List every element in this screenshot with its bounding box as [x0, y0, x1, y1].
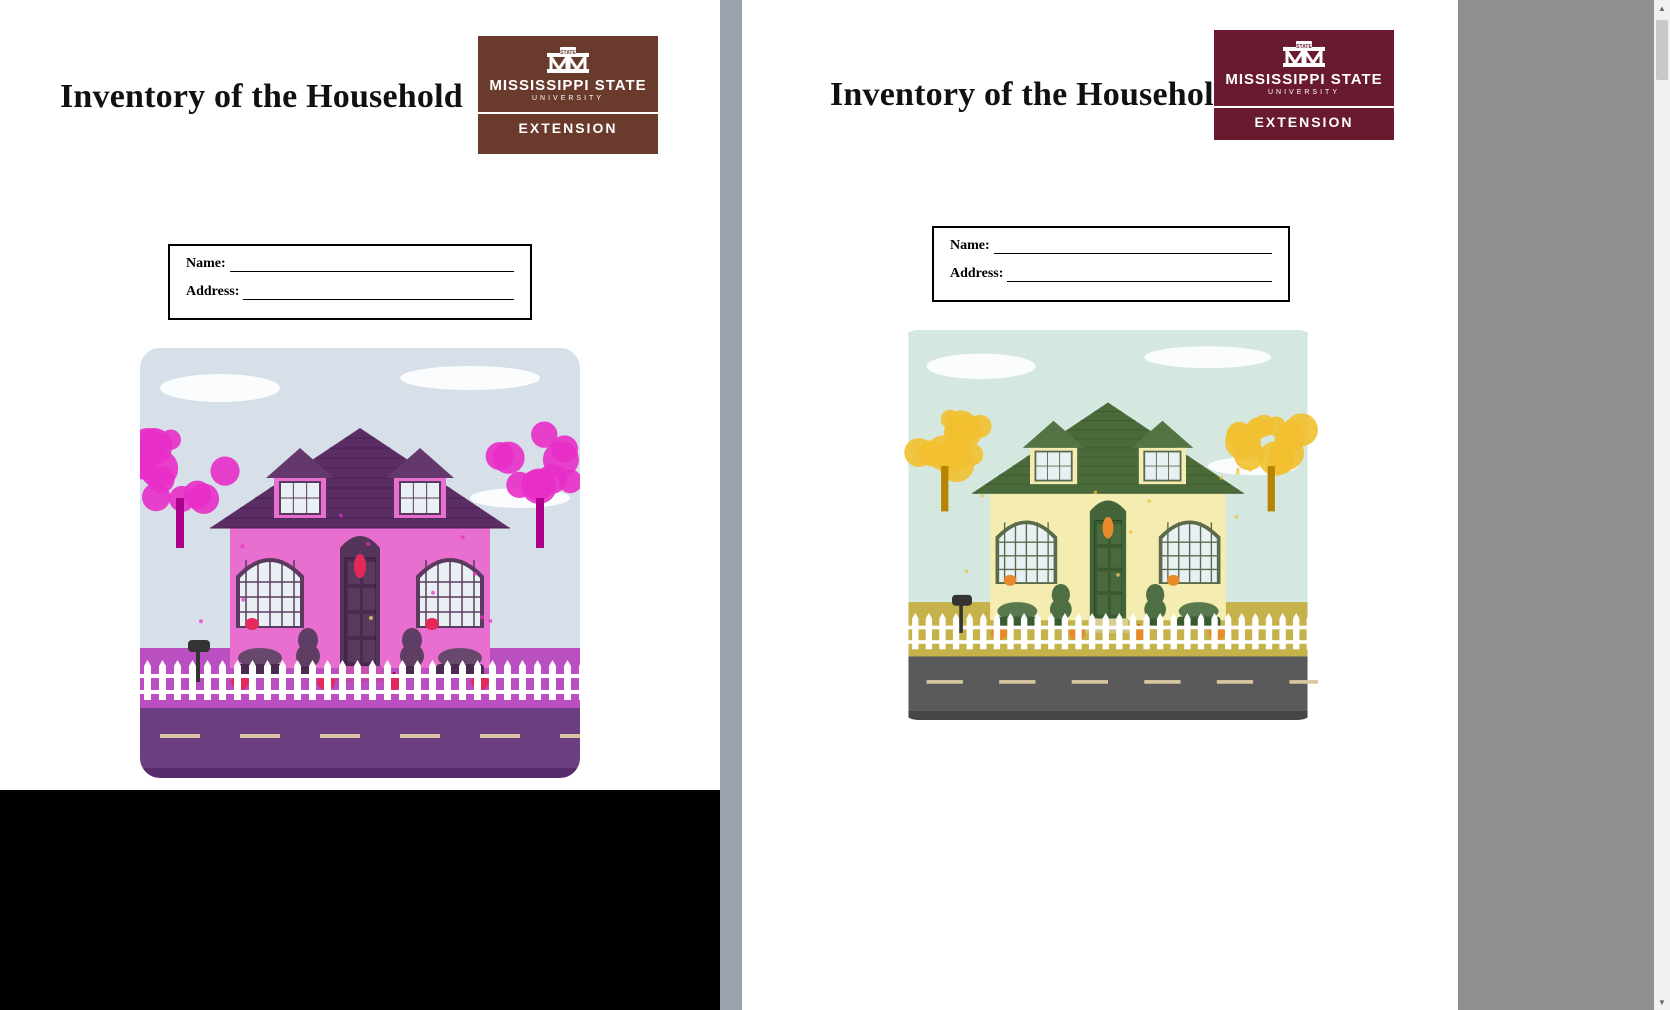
name-row: Name:: [186, 256, 514, 272]
house-illustration: [898, 330, 1318, 720]
msu-extension-logo: STATE MISSISSIPPI STATE UNIVERSITY EXTEN…: [1214, 30, 1394, 140]
name-label: Name:: [950, 238, 990, 254]
m-state-icon: STATE: [545, 47, 591, 77]
house-illustration: [140, 348, 580, 778]
logo-top: STATE MISSISSIPPI STATE UNIVERSITY: [1214, 30, 1394, 106]
logo-brand-line: MISSISSIPPI STATE: [489, 77, 646, 94]
logo-box: STATE MISSISSIPPI STATE UNIVERSITY EXTEN…: [1214, 30, 1394, 140]
logo-extension-line: EXTENSION: [1214, 106, 1394, 136]
name-input-line[interactable]: [230, 257, 514, 272]
vertical-scrollbar[interactable]: ▲ ▼: [1654, 0, 1670, 1010]
logo-box: STATE MISSISSIPPI STATE UNIVERSITY EXTEN…: [478, 36, 658, 154]
name-input-line[interactable]: [994, 239, 1272, 254]
msu-extension-logo: STATE MISSISSIPPI STATE UNIVERSITY EXTEN…: [478, 36, 658, 154]
document-page-right: Inventory of the Household STATE MISSISS…: [742, 0, 1458, 1010]
address-row: Address:: [950, 266, 1272, 282]
house-svg-green: [898, 330, 1318, 720]
address-input-line[interactable]: [243, 285, 514, 300]
page-title: Inventory of the Household: [60, 78, 463, 116]
document-page-left: Inventory of the Household STATE MISSISS…: [0, 0, 720, 920]
svg-text:STATE: STATE: [560, 50, 576, 56]
name-address-box: Name: Address:: [932, 226, 1290, 302]
comparison-workspace: Inventory of the Household STATE MISSISS…: [0, 0, 1670, 1010]
scrollbar-thumb[interactable]: [1656, 20, 1668, 80]
address-label: Address:: [950, 266, 1003, 282]
m-state-icon: STATE: [1281, 41, 1327, 71]
house-svg-pink: [140, 348, 580, 778]
address-input-line[interactable]: [1007, 267, 1272, 282]
logo-extension-line: EXTENSION: [478, 112, 658, 142]
page-title: Inventory of the Household: [830, 76, 1233, 114]
logo-university-line: UNIVERSITY: [532, 95, 604, 102]
black-footer-bar: [0, 790, 720, 1010]
logo-top: STATE MISSISSIPPI STATE UNIVERSITY: [478, 36, 658, 112]
name-label: Name:: [186, 256, 226, 272]
logo-brand-line: MISSISSIPPI STATE: [1225, 71, 1382, 88]
logo-university-line: UNIVERSITY: [1268, 89, 1340, 96]
address-row: Address:: [186, 284, 514, 300]
address-label: Address:: [186, 284, 239, 300]
svg-text:STATE: STATE: [1296, 44, 1312, 50]
name-row: Name:: [950, 238, 1272, 254]
name-address-box: Name: Address:: [168, 244, 532, 320]
scroll-down-arrow-icon[interactable]: ▼: [1654, 994, 1670, 1010]
scroll-up-arrow-icon[interactable]: ▲: [1654, 0, 1670, 16]
page-gutter: [720, 0, 742, 1010]
